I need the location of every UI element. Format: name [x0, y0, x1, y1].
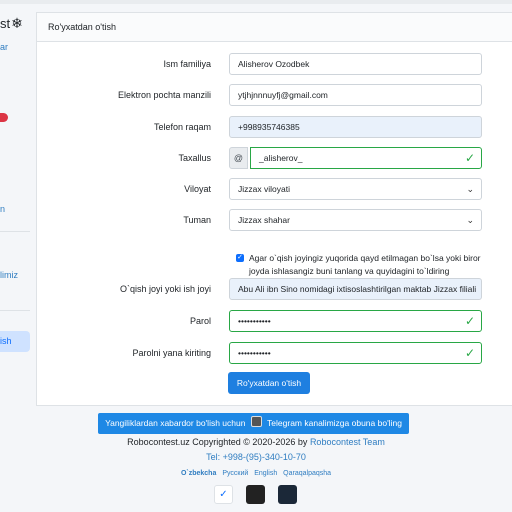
sidebar-divider [0, 310, 30, 311]
workplace-input[interactable]: Abu Ali ibn Sino nomidagi ixtisoslashtir… [229, 278, 482, 300]
theme-light-button[interactable]: ✓ [214, 485, 233, 504]
theme-dark-button[interactable] [246, 485, 265, 504]
lang-kaa[interactable]: Qaraqalpaqsha [283, 470, 331, 477]
at-prefix: @ [229, 147, 248, 169]
phone-label: Telefon raqam [153, 122, 211, 132]
theme-navy-button[interactable] [278, 485, 297, 504]
district-value: Jizzax shahar [238, 215, 290, 225]
password-confirm-input[interactable]: ••••••••••• ✓ [229, 342, 482, 364]
other-workplace-checkbox[interactable]: ✓ [236, 254, 244, 262]
language-switcher: O`zbekcha Русский English Qaraqalpaqsha [0, 470, 512, 477]
top-bar [0, 0, 512, 4]
fullname-input[interactable]: Alisherov Ozodbek [229, 53, 482, 75]
chevron-down-icon: ⌄ [466, 184, 474, 194]
check-icon: ✓ [464, 151, 475, 165]
region-value: Jizzax viloyati [238, 184, 290, 194]
card-title: Ro'yxatdan o'tish [37, 13, 512, 42]
copyright-text: Robocontest.uz Copyrighted © 2020-2026 b… [127, 437, 308, 447]
password-confirm-label: Parolni yana kiriting [132, 348, 211, 358]
region-select[interactable]: Jizzax viloyati ⌄ [229, 178, 482, 200]
phone-input[interactable]: +998935746385 [229, 116, 482, 138]
register-card: Ro'yxatdan o'tish Ism familiya Alisherov… [36, 12, 512, 406]
sidebar-item-active[interactable]: ish [0, 331, 30, 352]
password-input[interactable]: ••••••••••• ✓ [229, 310, 482, 332]
lang-ru[interactable]: Русский [222, 470, 248, 477]
telegram-banner[interactable]: Yangiliklardan xabardor bo'lish uchun Te… [98, 413, 409, 434]
check-icon: ✓ [464, 346, 475, 360]
sidebar-item-3[interactable]: limiz [0, 270, 18, 280]
contact-phone[interactable]: Tel: +998-(95)-340-10-70 [0, 452, 512, 462]
password-label: Parol [189, 316, 211, 326]
sidebar-item-2[interactable]: n [0, 204, 5, 214]
region-label: Viloyat [184, 184, 211, 194]
lang-en[interactable]: English [254, 470, 277, 477]
sidebar: st❄ ar n limiz ish [0, 4, 32, 404]
check-icon: ✓ [219, 489, 228, 500]
username-value: _alisherov_ [259, 153, 303, 163]
brand-text: st [0, 16, 11, 31]
sidebar-divider [0, 231, 30, 232]
email-label: Elektron pochta manzili [117, 90, 211, 100]
chevron-down-icon: ⌄ [466, 215, 474, 225]
brand-logo[interactable]: st❄ [0, 15, 23, 32]
telegram-text-after: Telegram kanalimizga obuna bo'ling [267, 418, 402, 428]
checkbox-label: Agar o`qish joyingiz yuqorida qayd etilm… [249, 253, 481, 276]
copyright: Robocontest.uz Copyrighted © 2020-2026 b… [0, 437, 512, 447]
check-icon: ✓ [464, 314, 475, 328]
username-input[interactable]: _alisherov_ ✓ [250, 147, 482, 169]
username-label: Taxallus [178, 153, 211, 163]
password-confirm-value: ••••••••••• [238, 348, 271, 358]
snowflake-icon: ❄ [11, 15, 23, 31]
password-value: ••••••••••• [238, 316, 271, 326]
team-link[interactable]: Robocontest Team [310, 437, 385, 447]
fullname-label: Ism familiya [163, 59, 211, 69]
workplace-label: O`qish joyi yoki ish joyi [119, 284, 211, 294]
register-button[interactable]: Ro'yxatdan o'tish [228, 372, 310, 394]
sidebar-item-label: ish [0, 336, 12, 346]
notification-badge [0, 113, 8, 122]
robot-icon [250, 416, 262, 427]
district-select[interactable]: Jizzax shahar ⌄ [229, 209, 482, 231]
username-group: @ _alisherov_ ✓ [229, 147, 482, 169]
district-label: Tuman [183, 215, 211, 225]
telegram-text-before: Yangiliklardan xabardor bo'lish uchun [105, 418, 246, 428]
lang-uz[interactable]: O`zbekcha [181, 470, 216, 477]
email-input[interactable]: ytjhjnnnuyfj@gmail.com [229, 84, 482, 106]
sidebar-item-1[interactable]: ar [0, 42, 8, 52]
